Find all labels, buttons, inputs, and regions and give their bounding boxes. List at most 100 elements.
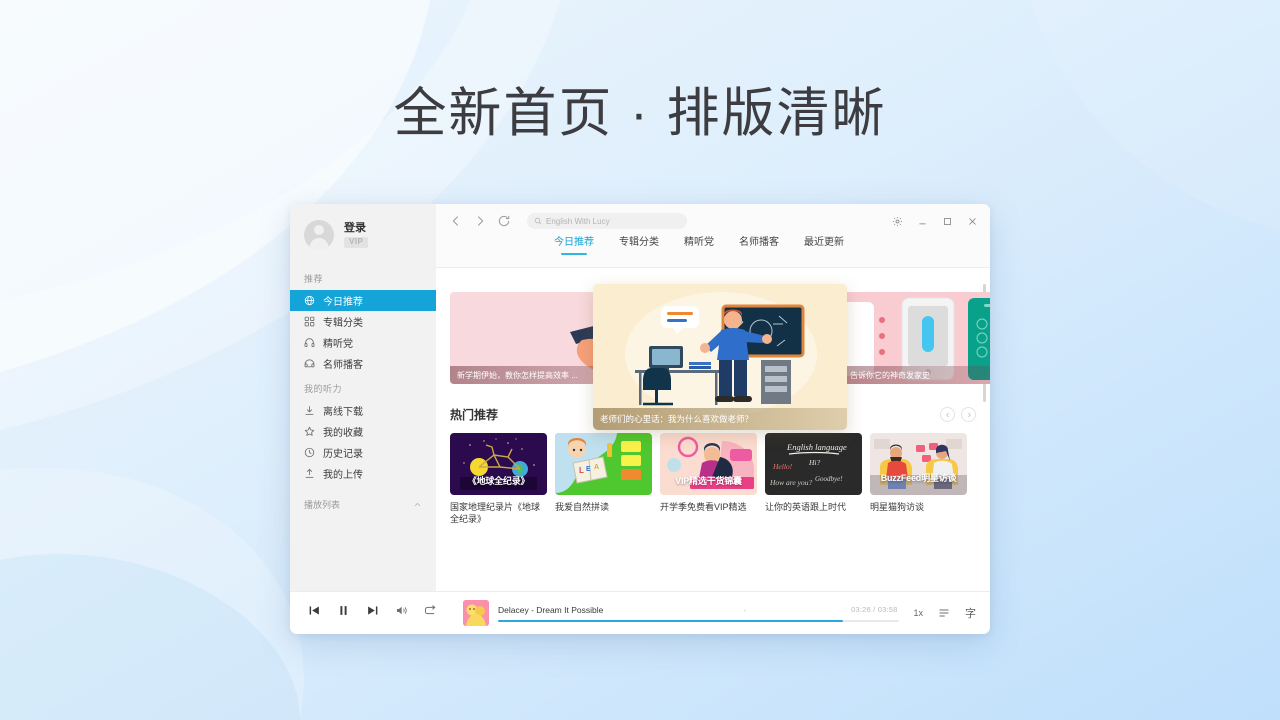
sidebar-item-album-category[interactable]: 专辑分类 bbox=[290, 311, 436, 332]
user-account[interactable]: 登录 VIP bbox=[290, 204, 436, 264]
chevron-right-icon bbox=[967, 412, 971, 417]
sidebar-item-today-recommend[interactable]: 今日推荐 bbox=[290, 290, 436, 311]
volume-button[interactable] bbox=[395, 604, 408, 622]
next-track-button[interactable] bbox=[366, 604, 379, 622]
thumbnail-label: VIP精选干货锦囊 bbox=[675, 476, 742, 486]
sidebar-item-label: 名师播客 bbox=[323, 360, 363, 371]
chevron-left-icon bbox=[945, 412, 949, 417]
back-arrow-icon[interactable] bbox=[449, 214, 463, 228]
section-title: 热门推荐 bbox=[450, 408, 499, 422]
card-title: 开学季免费看VIP精选 bbox=[660, 502, 747, 512]
forward-arrow-icon[interactable] bbox=[473, 214, 487, 228]
repeat-icon bbox=[424, 605, 436, 615]
sidebar-item-my-favorites[interactable]: 我的收藏 bbox=[290, 421, 436, 442]
sidebar-item-teacher-podcast[interactable]: 名师播客 bbox=[290, 353, 436, 374]
repeat-button[interactable] bbox=[424, 604, 437, 622]
svg-text:How are you?: How are you? bbox=[769, 478, 812, 487]
player-controls bbox=[308, 604, 437, 622]
section-arrows bbox=[940, 407, 976, 422]
track-subtitle: - bbox=[743, 604, 747, 615]
podcast-icon bbox=[304, 359, 315, 368]
hero-carousel[interactable]: 新学期伊始，教你怎样提高效率 ... 告诉你它的神奇发家史 老师们的心里话：我为… bbox=[450, 284, 990, 430]
next-button[interactable] bbox=[961, 407, 976, 422]
tab-today-recommend[interactable]: 今日推荐 bbox=[554, 238, 594, 254]
card-list: 《地球全纪录》 国家地理纪录片《地球全纪录》 L E A 我爱自然拼读 VIP精… bbox=[450, 433, 976, 525]
card-thumbnail[interactable]: BuzzFeed明星访谈 bbox=[870, 433, 967, 495]
card-thumbnail[interactable]: L E A 少儿英语 自然拼读 bbox=[555, 433, 652, 495]
chevron-up-icon[interactable] bbox=[413, 500, 422, 509]
sidebar-item-label: 我的上传 bbox=[323, 470, 363, 481]
avatar bbox=[304, 220, 334, 250]
playlist-icon[interactable] bbox=[938, 607, 950, 619]
player-bar: Delacey - Dream It Possible - 03:26 / 03… bbox=[290, 591, 990, 634]
refresh-icon[interactable] bbox=[497, 214, 511, 228]
sidebar-item-listening-club[interactable]: 精听党 bbox=[290, 332, 436, 353]
content-area: 新学期伊始，教你怎样提高效率 ... 告诉你它的神奇发家史 老师们的心里话：我为… bbox=[436, 268, 990, 591]
track-time: 03:26 / 03:58 bbox=[851, 605, 898, 614]
grid-icon bbox=[304, 316, 315, 327]
card-item[interactable]: VIP精选干货锦囊 开学季免费看VIP精选 bbox=[660, 433, 757, 525]
prev-button[interactable] bbox=[940, 407, 955, 422]
sidebar-item-label: 专辑分类 bbox=[323, 318, 363, 329]
svg-text:E: E bbox=[586, 466, 591, 473]
minimize-icon[interactable] bbox=[917, 216, 928, 227]
gear-icon[interactable] bbox=[892, 216, 903, 227]
card-item[interactable]: L E A 少儿英语 自然拼读 我爱自然拼读 bbox=[555, 433, 652, 525]
sidebar-item-label: 今日推荐 bbox=[323, 297, 363, 308]
playlist-label: 播放列表 bbox=[304, 500, 341, 510]
sidebar-item-my-uploads[interactable]: 我的上传 bbox=[290, 463, 436, 484]
sidebar-item-offline-download[interactable]: 离线下载 bbox=[290, 400, 436, 421]
tab-recent-updates[interactable]: 最近更新 bbox=[804, 238, 844, 254]
progress-fill bbox=[498, 619, 844, 622]
sidebar: 登录 VIP 推荐 今日推荐 专辑分类 精听党 名师播客 我的听力 离线下载 我… bbox=[290, 204, 436, 591]
svg-text:L: L bbox=[579, 466, 584, 475]
sidebar-item-history[interactable]: 历史记录 bbox=[290, 442, 436, 463]
sidebar-playlist-section[interactable]: 播放列表 bbox=[290, 484, 436, 511]
window-body: 登录 VIP 推荐 今日推荐 专辑分类 精听党 名师播客 我的听力 离线下载 我… bbox=[290, 204, 990, 591]
globe-icon bbox=[304, 295, 315, 306]
previous-track-button[interactable] bbox=[308, 604, 321, 622]
track-title: Delacey - Dream It Possible bbox=[498, 604, 604, 615]
track-row: Delacey - Dream It Possible - 03:26 / 03… bbox=[498, 605, 899, 615]
tab-bar: 今日推荐 专辑分类 精听党 名师播客 最近更新 bbox=[436, 238, 990, 268]
carousel-slide-center[interactable]: 老师们的心里话：我为什么喜欢做老师？ bbox=[593, 284, 847, 430]
card-thumbnail[interactable]: VIP精选干货锦囊 bbox=[660, 433, 757, 495]
card-title: 让你的英语跟上时代 bbox=[765, 502, 847, 512]
search-input[interactable]: English With Lucy bbox=[527, 213, 687, 229]
search-icon bbox=[534, 217, 542, 225]
thumbnail-label: 《地球全纪录》 bbox=[467, 476, 530, 486]
tab-album-category[interactable]: 专辑分类 bbox=[619, 238, 659, 254]
playback-speed-button[interactable]: 1x bbox=[913, 608, 923, 618]
next-track-icon bbox=[368, 606, 378, 615]
card-thumbnail[interactable]: English language Hello! Hi? How are you?… bbox=[765, 433, 862, 495]
thumbnail-label: BuzzFeed明星访谈 bbox=[880, 473, 957, 483]
sidebar-item-label: 离线下载 bbox=[323, 407, 363, 418]
tab-teacher-podcast[interactable]: 名师播客 bbox=[739, 238, 779, 254]
previous-track-icon bbox=[309, 606, 319, 615]
card-title: 我爱自然拼读 bbox=[555, 502, 610, 512]
carousel-caption-center: 老师们的心里话：我为什么喜欢做老师？ bbox=[593, 408, 847, 430]
progress-bar[interactable] bbox=[498, 619, 900, 622]
lyrics-button[interactable]: 字 bbox=[965, 605, 976, 621]
close-icon[interactable] bbox=[967, 216, 978, 227]
main-area: English With Lucy 今日推荐 专辑分类 精听党 名师播客 最近更… bbox=[436, 204, 990, 591]
headphones-icon bbox=[304, 338, 315, 348]
pause-icon bbox=[340, 606, 347, 615]
card-title: 明星猫狗访谈 bbox=[870, 502, 925, 512]
download-icon bbox=[305, 406, 314, 415]
track-info: Delacey - Dream It Possible - 03:26 / 03… bbox=[498, 605, 900, 622]
vip-badge[interactable]: VIP bbox=[344, 236, 369, 248]
nav-group-title-recommend: 推荐 bbox=[304, 274, 324, 284]
user-meta: 登录 VIP bbox=[344, 222, 369, 248]
svg-text:Goodbye!: Goodbye! bbox=[815, 475, 843, 483]
tab-listening-club[interactable]: 精听党 bbox=[684, 238, 714, 254]
card-item[interactable]: 《地球全纪录》 国家地理纪录片《地球全纪录》 bbox=[450, 433, 547, 525]
album-cover[interactable] bbox=[463, 600, 489, 626]
sidebar-item-label: 精听党 bbox=[323, 339, 353, 350]
maximize-icon[interactable] bbox=[942, 216, 953, 227]
card-item[interactable]: BuzzFeed明星访谈 明星猫狗访谈 bbox=[870, 433, 967, 525]
play-pause-button[interactable] bbox=[337, 604, 350, 622]
card-thumbnail[interactable]: 《地球全纪录》 bbox=[450, 433, 547, 495]
card-item[interactable]: English language Hello! Hi? How are you?… bbox=[765, 433, 862, 525]
login-label[interactable]: 登录 bbox=[344, 222, 368, 234]
